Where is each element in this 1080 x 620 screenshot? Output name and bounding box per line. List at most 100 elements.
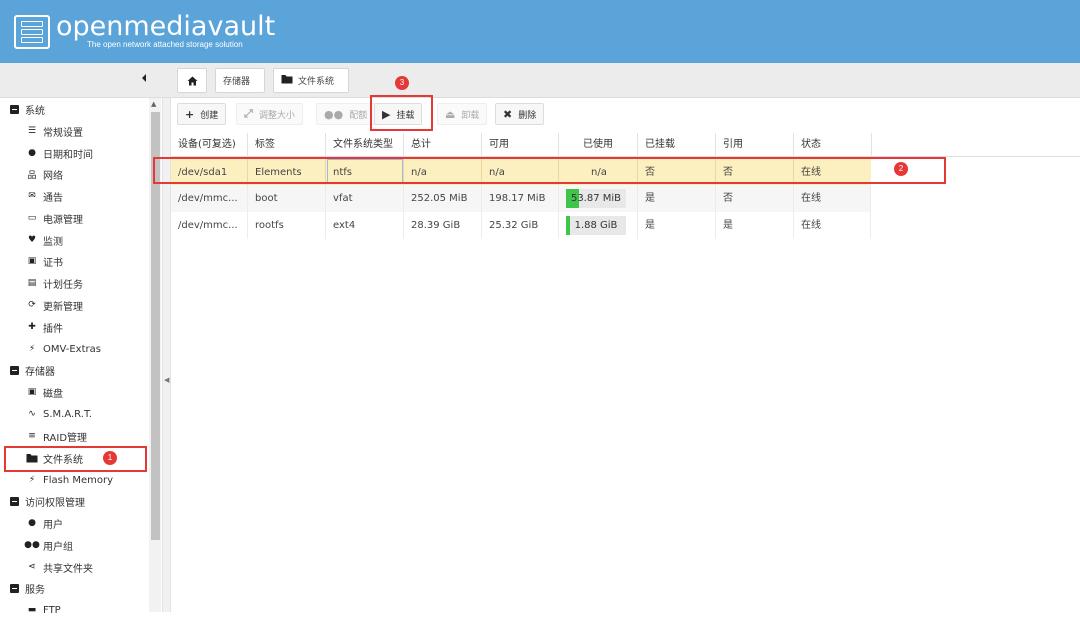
sidebar-group-label: 服务: [25, 584, 45, 596]
collapse-icon: [7, 364, 21, 376]
sidebar-item-update-management[interactable]: ⟳ 更新管理: [0, 295, 148, 315]
brand-tagline: The open network attached storage soluti…: [87, 40, 243, 49]
sidebar-item-scheduled-jobs[interactable]: ▤ 计划任务: [0, 273, 148, 293]
bolt-icon: ⚡: [28, 475, 36, 485]
cell-label: boot: [248, 185, 326, 212]
quota-button[interactable]: ●● 配额: [316, 103, 376, 125]
cell-referenced: 否: [716, 185, 794, 212]
eject-icon: ⏏: [445, 107, 456, 121]
brand-name: openmediavault: [56, 11, 276, 42]
usage-bar: 1.88 GiB: [566, 216, 626, 235]
sidebar-item-power[interactable]: ▭ 电源管理: [0, 208, 148, 228]
create-button[interactable]: + 创建: [177, 103, 227, 125]
cell-used: 1.88 GiB: [559, 212, 638, 239]
sidebar-item-label: 证书: [43, 257, 63, 269]
plug-icon: ⚡: [28, 344, 36, 354]
home-icon: [187, 76, 197, 85]
collapse-icon: [7, 495, 21, 507]
sidebar-item-notification[interactable]: ✉ 通告: [0, 186, 148, 206]
sidebar-group-storage[interactable]: 存储器: [0, 360, 148, 380]
annotation-box-3: [370, 95, 433, 131]
sidebar-item-label: Flash Memory: [43, 474, 114, 486]
sidebar-item-omv-extras[interactable]: ⚡ OMV-Extras: [0, 339, 148, 359]
sidebar-item-ftp[interactable]: ▬ FTP: [0, 600, 148, 620]
sidebar-item-date-time[interactable]: ● 日期和时间: [0, 143, 148, 163]
envelope-icon: ✉: [28, 191, 36, 201]
table-header: 设备(可复选) 标签 文件系统类型 总计 可用 已使用 已挂载 引用 状态: [171, 133, 1080, 157]
unmount-button-label: 卸载: [461, 110, 480, 121]
sidebar-item-label: 用户: [43, 519, 63, 531]
breadcrumb-storage[interactable]: 存储器: [215, 68, 265, 93]
breadcrumb-home[interactable]: [177, 68, 207, 93]
sidebar-item-user[interactable]: ● 用户: [0, 513, 148, 533]
certificate-icon: ▣: [27, 256, 37, 266]
scroll-up-icon[interactable]: ▲: [151, 100, 156, 108]
column-header-device[interactable]: 设备(可复选): [171, 133, 248, 157]
column-header-used[interactable]: 已使用: [559, 133, 638, 157]
sidebar-item-shared-folders[interactable]: ⋖ 共享文件夹: [0, 557, 148, 577]
sidebar-group-label: 系统: [25, 105, 45, 117]
sidebar-group-label: 访问权限管理: [25, 497, 85, 509]
column-header-label[interactable]: 标签: [248, 133, 326, 157]
column-header-total[interactable]: 总计: [404, 133, 482, 157]
unmount-button[interactable]: ⏏ 卸载: [437, 103, 488, 125]
sidebar-item-general-settings[interactable]: ☰ 常规设置: [0, 121, 148, 141]
sidebar-item-smart[interactable]: ∿ S.M.A.R.T.: [0, 404, 148, 424]
cell-total: 28.39 GiB: [404, 212, 482, 239]
table-row[interactable]: /dev/mmc... rootfs ext4 28.39 GiB 25.32 …: [171, 212, 871, 239]
cell-type: vfat: [326, 185, 404, 212]
sidebar-item-label: FTP: [43, 604, 61, 616]
breadcrumb-filesystems[interactable]: 文件系统: [273, 68, 349, 93]
cell-available: 198.17 MiB: [482, 185, 559, 212]
column-header-mounted[interactable]: 已挂载: [638, 133, 716, 157]
sidebar-item-monitoring[interactable]: ♥ 监测: [0, 230, 148, 250]
sidebar-item-label: 网络: [43, 170, 63, 182]
usage-bar: 53.87 MiB: [566, 189, 626, 208]
sidebar-group-system[interactable]: 系统: [0, 99, 148, 119]
collapse-arrow-icon[interactable]: ◀: [164, 376, 169, 384]
sidebar-item-label: 用户组: [43, 541, 73, 553]
sidebar-group-access-rights[interactable]: 访问权限管理: [0, 491, 148, 511]
collapse-sidebar-icon[interactable]: [140, 73, 150, 87]
plus-icon: +: [185, 107, 195, 121]
table-row[interactable]: /dev/mmc... boot vfat 252.05 MiB 198.17 …: [171, 185, 871, 212]
sidebar-item-raid[interactable]: ≡ RAID管理: [0, 426, 148, 446]
sidebar-item-label: 常规设置: [43, 127, 83, 139]
sidebar-item-group[interactable]: ●● 用户组: [0, 535, 148, 555]
share-icon: ⋖: [28, 562, 36, 572]
sidebar-item-certificates[interactable]: ▣ 证书: [0, 251, 148, 271]
sidebar-group-services[interactable]: 服务: [0, 578, 148, 598]
cell-label: rootfs: [248, 212, 326, 239]
resize-button[interactable]: ⤢ 调整大小: [236, 103, 303, 125]
users-icon: ●●: [24, 540, 40, 550]
database-icon: ≡: [28, 431, 36, 441]
disk-icon: ▣: [27, 387, 37, 397]
breadcrumb-filesystems-label: 文件系统: [298, 77, 335, 87]
delete-button[interactable]: ✖ 删除: [495, 103, 545, 125]
column-header-status[interactable]: 状态: [794, 133, 872, 157]
sidebar-item-label: 更新管理: [43, 301, 83, 313]
annotation-badge-2: 2: [894, 162, 908, 176]
heartbeat-icon: ♥: [27, 235, 37, 245]
sidebar-item-label: 监测: [43, 236, 63, 248]
sidebar-item-flash-memory[interactable]: ⚡ Flash Memory: [0, 470, 148, 490]
cell-available: 25.32 GiB: [482, 212, 559, 239]
clock-icon: ●: [28, 148, 36, 158]
sidebar-nav: 系统 ☰ 常规设置 ● 日期和时间 品 网络 ✉ 通告 ▭ 电源管理 ♥ 监测 …: [0, 98, 162, 616]
column-header-type[interactable]: 文件系统类型: [326, 133, 404, 157]
sidebar-item-plugins[interactable]: ✚ 插件: [0, 317, 148, 337]
quota-button-label: 配额: [349, 110, 368, 121]
annotation-badge-3: 3: [395, 76, 409, 90]
cell-device: /dev/mmc...: [171, 185, 248, 212]
battery-icon: ▭: [27, 213, 37, 223]
sliders-icon: ☰: [27, 126, 37, 136]
sidebar-item-disks[interactable]: ▣ 磁盘: [0, 382, 148, 402]
cell-mounted: 是: [638, 212, 716, 239]
column-header-available[interactable]: 可用: [482, 133, 559, 157]
cell-status: 在线: [794, 212, 871, 239]
sidebar-item-label: OMV-Extras: [43, 343, 101, 355]
sidebar-item-network[interactable]: 品 网络: [0, 164, 148, 184]
column-header-referenced[interactable]: 引用: [716, 133, 794, 157]
annotation-badge-1: 1: [103, 451, 117, 465]
close-icon: ✖: [503, 107, 513, 121]
